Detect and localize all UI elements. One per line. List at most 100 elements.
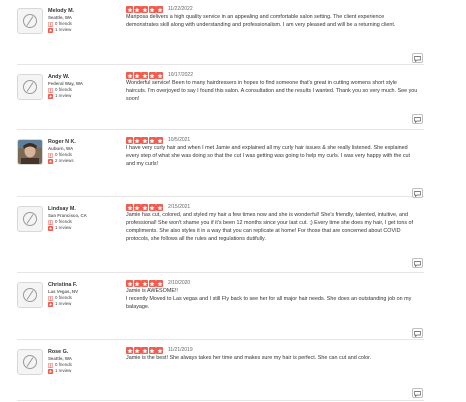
reviews-count: 2 reviews bbox=[48, 158, 130, 164]
star-icon bbox=[148, 280, 156, 287]
user-name[interactable]: Rose G. bbox=[48, 349, 130, 356]
rating-row: 2/15/2021 bbox=[126, 204, 418, 211]
user-silhouette-icon[interactable] bbox=[17, 206, 43, 232]
compliment-icon bbox=[414, 110, 421, 128]
star-icon bbox=[126, 347, 133, 354]
compliment-button[interactable] bbox=[412, 328, 423, 338]
star-icon bbox=[133, 280, 141, 287]
compliment-button[interactable] bbox=[412, 188, 423, 198]
star-icon bbox=[141, 137, 149, 144]
star-icon bbox=[126, 72, 133, 79]
review-text: Jamie is the best! She always takes her … bbox=[126, 355, 372, 361]
review-date: 2/10/2020 bbox=[167, 280, 191, 286]
compliment-icon bbox=[414, 49, 421, 67]
user-silhouette-icon[interactable] bbox=[17, 349, 43, 375]
review-date: 10/17/2022 bbox=[167, 72, 193, 78]
star-icon bbox=[156, 137, 164, 144]
user-info: Christina F. Las Vegas, NV 0 friends 1 revi… bbox=[48, 282, 130, 307]
star-icon bbox=[148, 137, 156, 144]
review-content: 10/17/2022 Wonderful service! Been to man… bbox=[126, 72, 418, 104]
friends-icon bbox=[48, 219, 53, 225]
review-star-icon bbox=[48, 93, 53, 99]
star-icon bbox=[156, 347, 164, 354]
rating-row: 11/21/2019 bbox=[126, 347, 418, 354]
user-info: Lindsay M. San Francisco, CA 0 friends 1 re… bbox=[48, 206, 130, 231]
compliment-icon bbox=[414, 324, 421, 342]
star-icon bbox=[156, 204, 164, 211]
reviews-count: 1 review bbox=[48, 368, 130, 374]
reviews-label: 1 review bbox=[55, 301, 72, 306]
star-icon bbox=[126, 137, 133, 144]
star-icon bbox=[133, 6, 141, 13]
star-icon bbox=[148, 72, 156, 79]
star-icon bbox=[148, 6, 156, 13]
review-card: Lindsay M. San Francisco, CA 0 friends 1 re… bbox=[17, 198, 424, 273]
reviews-count: 1 review bbox=[48, 93, 130, 99]
review-content: 11/22/2022 Mariposa delivers a high quali… bbox=[126, 6, 418, 30]
reviews-count: 1 review bbox=[48, 225, 130, 231]
compliment-button[interactable] bbox=[412, 114, 423, 124]
review-card: Andy W. Federal Way, WA 0 friends 1 review 1… bbox=[17, 66, 424, 130]
review-star-icon bbox=[48, 368, 53, 374]
user-name[interactable]: Andy W. bbox=[48, 74, 130, 81]
review-text: Mariposa delivers a high quality service… bbox=[126, 14, 396, 28]
review-content: 11/21/2019 Jamie is the best! She always … bbox=[126, 347, 418, 363]
compliment-button[interactable] bbox=[412, 388, 423, 398]
star-icon bbox=[156, 72, 164, 79]
review-text: Jamie is AWESOME!! I recently Moved to La… bbox=[126, 288, 412, 310]
review-star-icon bbox=[48, 27, 53, 33]
compliment-button[interactable] bbox=[412, 258, 423, 268]
review-star-icon bbox=[48, 301, 53, 307]
user-silhouette-icon[interactable] bbox=[17, 282, 43, 308]
compliment-icon bbox=[414, 254, 421, 272]
user-info: Andy W. Federal Way, WA 0 friends 1 review bbox=[48, 74, 130, 99]
user-photo-avatar[interactable] bbox=[17, 139, 43, 165]
user-name[interactable]: Lindsay M. bbox=[48, 206, 130, 213]
user-info: Melody M. Seattle, WA 0 friends 1 review bbox=[48, 8, 130, 33]
user-name[interactable]: Melody M. bbox=[48, 8, 130, 15]
reviews-label: 2 reviews bbox=[55, 158, 74, 163]
friends-icon bbox=[48, 152, 53, 158]
review-card: Rose G. Seattle, WA 0 friends 1 review 11/21… bbox=[17, 341, 424, 401]
review-text: Wonderful service! Been to many hairdres… bbox=[126, 80, 418, 102]
review-date: 2/15/2021 bbox=[167, 204, 191, 210]
star-icon bbox=[126, 6, 133, 13]
review-date: 11/21/2019 bbox=[167, 347, 193, 353]
review-date: 10/5/2021 bbox=[167, 137, 191, 143]
friends-icon bbox=[48, 21, 53, 27]
user-silhouette-icon[interactable] bbox=[17, 74, 43, 100]
review-star-icon bbox=[48, 225, 53, 231]
star-icon bbox=[141, 347, 149, 354]
reviews-count: 1 review bbox=[48, 27, 130, 33]
review-text: Jamie has cut, colored, and styled my ha… bbox=[126, 212, 414, 242]
star-icon bbox=[156, 280, 164, 287]
review-card: Roger N K. Auburn, WA 0 friends 2 reviews 10… bbox=[17, 131, 424, 198]
rating-row: 10/5/2021 bbox=[126, 137, 418, 144]
review-content: 10/5/2021 I have very curly hair and when… bbox=[126, 137, 418, 169]
star-rating bbox=[126, 6, 164, 13]
star-icon bbox=[148, 204, 156, 211]
review-date: 11/22/2022 bbox=[167, 6, 193, 12]
review-card: Melody M. Seattle, WA 0 friends 1 review 11/… bbox=[17, 0, 424, 65]
reviews-count: 1 review bbox=[48, 301, 130, 307]
user-silhouette-icon[interactable] bbox=[17, 8, 43, 34]
user-name[interactable]: Christina F. bbox=[48, 282, 130, 289]
review-content: 2/15/2021 Jamie has cut, colored, and sty… bbox=[126, 204, 418, 244]
star-icon bbox=[141, 6, 149, 13]
reviews-label: 1 review bbox=[55, 368, 72, 373]
friends-icon bbox=[48, 362, 53, 368]
review-star-icon bbox=[48, 158, 53, 164]
reviews-label: 1 review bbox=[55, 27, 72, 32]
reviews-label: 1 review bbox=[55, 93, 72, 98]
compliment-button[interactable] bbox=[412, 53, 423, 63]
star-icon bbox=[126, 204, 133, 211]
rating-row: 2/10/2020 bbox=[126, 280, 418, 287]
star-icon bbox=[133, 137, 141, 144]
star-icon bbox=[133, 72, 141, 79]
review-content: 2/10/2020 Jamie is AWESOME!! I recently Mo… bbox=[126, 280, 418, 312]
user-name[interactable]: Roger N K. bbox=[48, 139, 130, 146]
star-icon bbox=[141, 204, 149, 211]
friends-icon bbox=[48, 295, 53, 301]
star-icon bbox=[156, 6, 164, 13]
star-icon bbox=[133, 204, 141, 211]
